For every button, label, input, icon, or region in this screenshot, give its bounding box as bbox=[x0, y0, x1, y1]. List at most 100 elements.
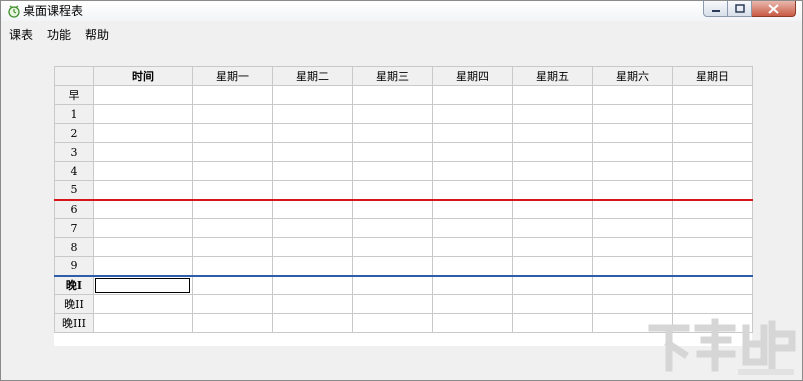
row-header[interactable]: 3 bbox=[54, 142, 94, 162]
course-cell[interactable] bbox=[512, 256, 593, 276]
course-cell[interactable] bbox=[192, 180, 273, 200]
course-cell[interactable] bbox=[592, 198, 673, 219]
column-header-day[interactable]: 星期日 bbox=[672, 66, 753, 86]
course-cell[interactable] bbox=[672, 294, 753, 314]
course-cell[interactable] bbox=[432, 313, 513, 333]
course-cell[interactable] bbox=[432, 104, 513, 124]
course-cell[interactable] bbox=[432, 274, 513, 295]
row-header[interactable]: 早 bbox=[54, 85, 94, 105]
time-cell[interactable] bbox=[93, 85, 193, 105]
time-cell[interactable] bbox=[93, 123, 193, 143]
course-cell[interactable] bbox=[512, 123, 593, 143]
course-cell[interactable] bbox=[352, 313, 433, 333]
course-cell[interactable] bbox=[352, 142, 433, 162]
menu-functions[interactable]: 功能 bbox=[39, 25, 77, 45]
course-cell[interactable] bbox=[272, 161, 353, 181]
course-cell[interactable] bbox=[592, 142, 673, 162]
course-cell[interactable] bbox=[192, 256, 273, 276]
minimize-button[interactable] bbox=[703, 1, 728, 17]
row-header[interactable]: 晚II bbox=[54, 294, 94, 314]
course-cell[interactable] bbox=[352, 180, 433, 200]
course-cell[interactable] bbox=[672, 198, 753, 219]
course-cell[interactable] bbox=[192, 294, 273, 314]
course-cell[interactable] bbox=[592, 180, 673, 200]
course-cell[interactable] bbox=[192, 218, 273, 238]
time-cell[interactable] bbox=[93, 180, 193, 200]
course-cell[interactable] bbox=[272, 198, 353, 219]
column-header-day[interactable]: 星期六 bbox=[592, 66, 673, 86]
course-cell[interactable] bbox=[672, 161, 753, 181]
row-header[interactable]: 8 bbox=[54, 237, 94, 257]
course-cell[interactable] bbox=[352, 237, 433, 257]
row-header[interactable]: 1 bbox=[54, 104, 94, 124]
column-header-day[interactable]: 星期一 bbox=[192, 66, 273, 86]
course-cell[interactable] bbox=[512, 180, 593, 200]
row-header[interactable]: 9 bbox=[54, 256, 94, 276]
course-cell[interactable] bbox=[512, 104, 593, 124]
course-cell[interactable] bbox=[352, 198, 433, 219]
course-cell[interactable] bbox=[272, 313, 353, 333]
time-cell[interactable] bbox=[93, 313, 193, 333]
course-cell[interactable] bbox=[672, 274, 753, 295]
course-cell[interactable] bbox=[272, 142, 353, 162]
time-cell[interactable] bbox=[93, 237, 193, 257]
course-cell[interactable] bbox=[672, 85, 753, 105]
course-cell[interactable] bbox=[432, 161, 513, 181]
course-cell[interactable] bbox=[352, 256, 433, 276]
course-cell[interactable] bbox=[432, 123, 513, 143]
column-header-time[interactable]: 时间 bbox=[93, 66, 193, 86]
course-cell[interactable] bbox=[352, 104, 433, 124]
course-cell[interactable] bbox=[432, 180, 513, 200]
course-cell[interactable] bbox=[192, 198, 273, 219]
course-cell[interactable] bbox=[512, 85, 593, 105]
time-cell[interactable] bbox=[93, 218, 193, 238]
course-cell[interactable] bbox=[352, 218, 433, 238]
course-cell[interactable] bbox=[432, 142, 513, 162]
course-cell[interactable] bbox=[672, 142, 753, 162]
course-cell[interactable] bbox=[592, 274, 673, 295]
course-cell[interactable] bbox=[432, 198, 513, 219]
course-cell[interactable] bbox=[592, 218, 673, 238]
course-cell[interactable] bbox=[672, 180, 753, 200]
course-cell[interactable] bbox=[272, 180, 353, 200]
course-cell[interactable] bbox=[272, 218, 353, 238]
course-cell[interactable] bbox=[592, 123, 673, 143]
course-cell[interactable] bbox=[192, 142, 273, 162]
course-cell[interactable] bbox=[192, 85, 273, 105]
time-cell[interactable] bbox=[93, 161, 193, 181]
column-header-day[interactable]: 星期四 bbox=[432, 66, 513, 86]
course-cell[interactable] bbox=[272, 256, 353, 276]
row-header[interactable]: 5 bbox=[54, 180, 94, 200]
course-cell[interactable] bbox=[272, 123, 353, 143]
course-cell[interactable] bbox=[672, 256, 753, 276]
course-cell[interactable] bbox=[432, 256, 513, 276]
course-cell[interactable] bbox=[592, 256, 673, 276]
course-cell[interactable] bbox=[512, 313, 593, 333]
row-header[interactable]: 晚I bbox=[54, 274, 94, 295]
course-cell[interactable] bbox=[592, 161, 673, 181]
course-cell[interactable] bbox=[272, 294, 353, 314]
course-cell[interactable] bbox=[432, 85, 513, 105]
time-cell[interactable] bbox=[93, 142, 193, 162]
course-cell[interactable] bbox=[672, 218, 753, 238]
course-cell[interactable] bbox=[432, 237, 513, 257]
time-cell[interactable] bbox=[93, 294, 193, 314]
course-cell[interactable] bbox=[272, 104, 353, 124]
column-header-day[interactable]: 星期五 bbox=[512, 66, 593, 86]
course-cell[interactable] bbox=[352, 161, 433, 181]
close-button[interactable] bbox=[752, 1, 796, 17]
course-cell[interactable] bbox=[272, 274, 353, 295]
time-cell[interactable] bbox=[93, 104, 193, 124]
course-cell[interactable] bbox=[592, 85, 673, 105]
course-cell[interactable] bbox=[352, 294, 433, 314]
course-cell[interactable] bbox=[192, 274, 273, 295]
course-cell[interactable] bbox=[512, 294, 593, 314]
row-header[interactable]: 4 bbox=[54, 161, 94, 181]
course-cell[interactable] bbox=[192, 104, 273, 124]
course-cell[interactable] bbox=[672, 123, 753, 143]
title-bar[interactable]: 桌面课程表 bbox=[1, 1, 802, 21]
course-cell[interactable] bbox=[352, 85, 433, 105]
course-cell[interactable] bbox=[192, 313, 273, 333]
course-cell[interactable] bbox=[512, 218, 593, 238]
menu-schedule[interactable]: 课表 bbox=[1, 25, 39, 45]
